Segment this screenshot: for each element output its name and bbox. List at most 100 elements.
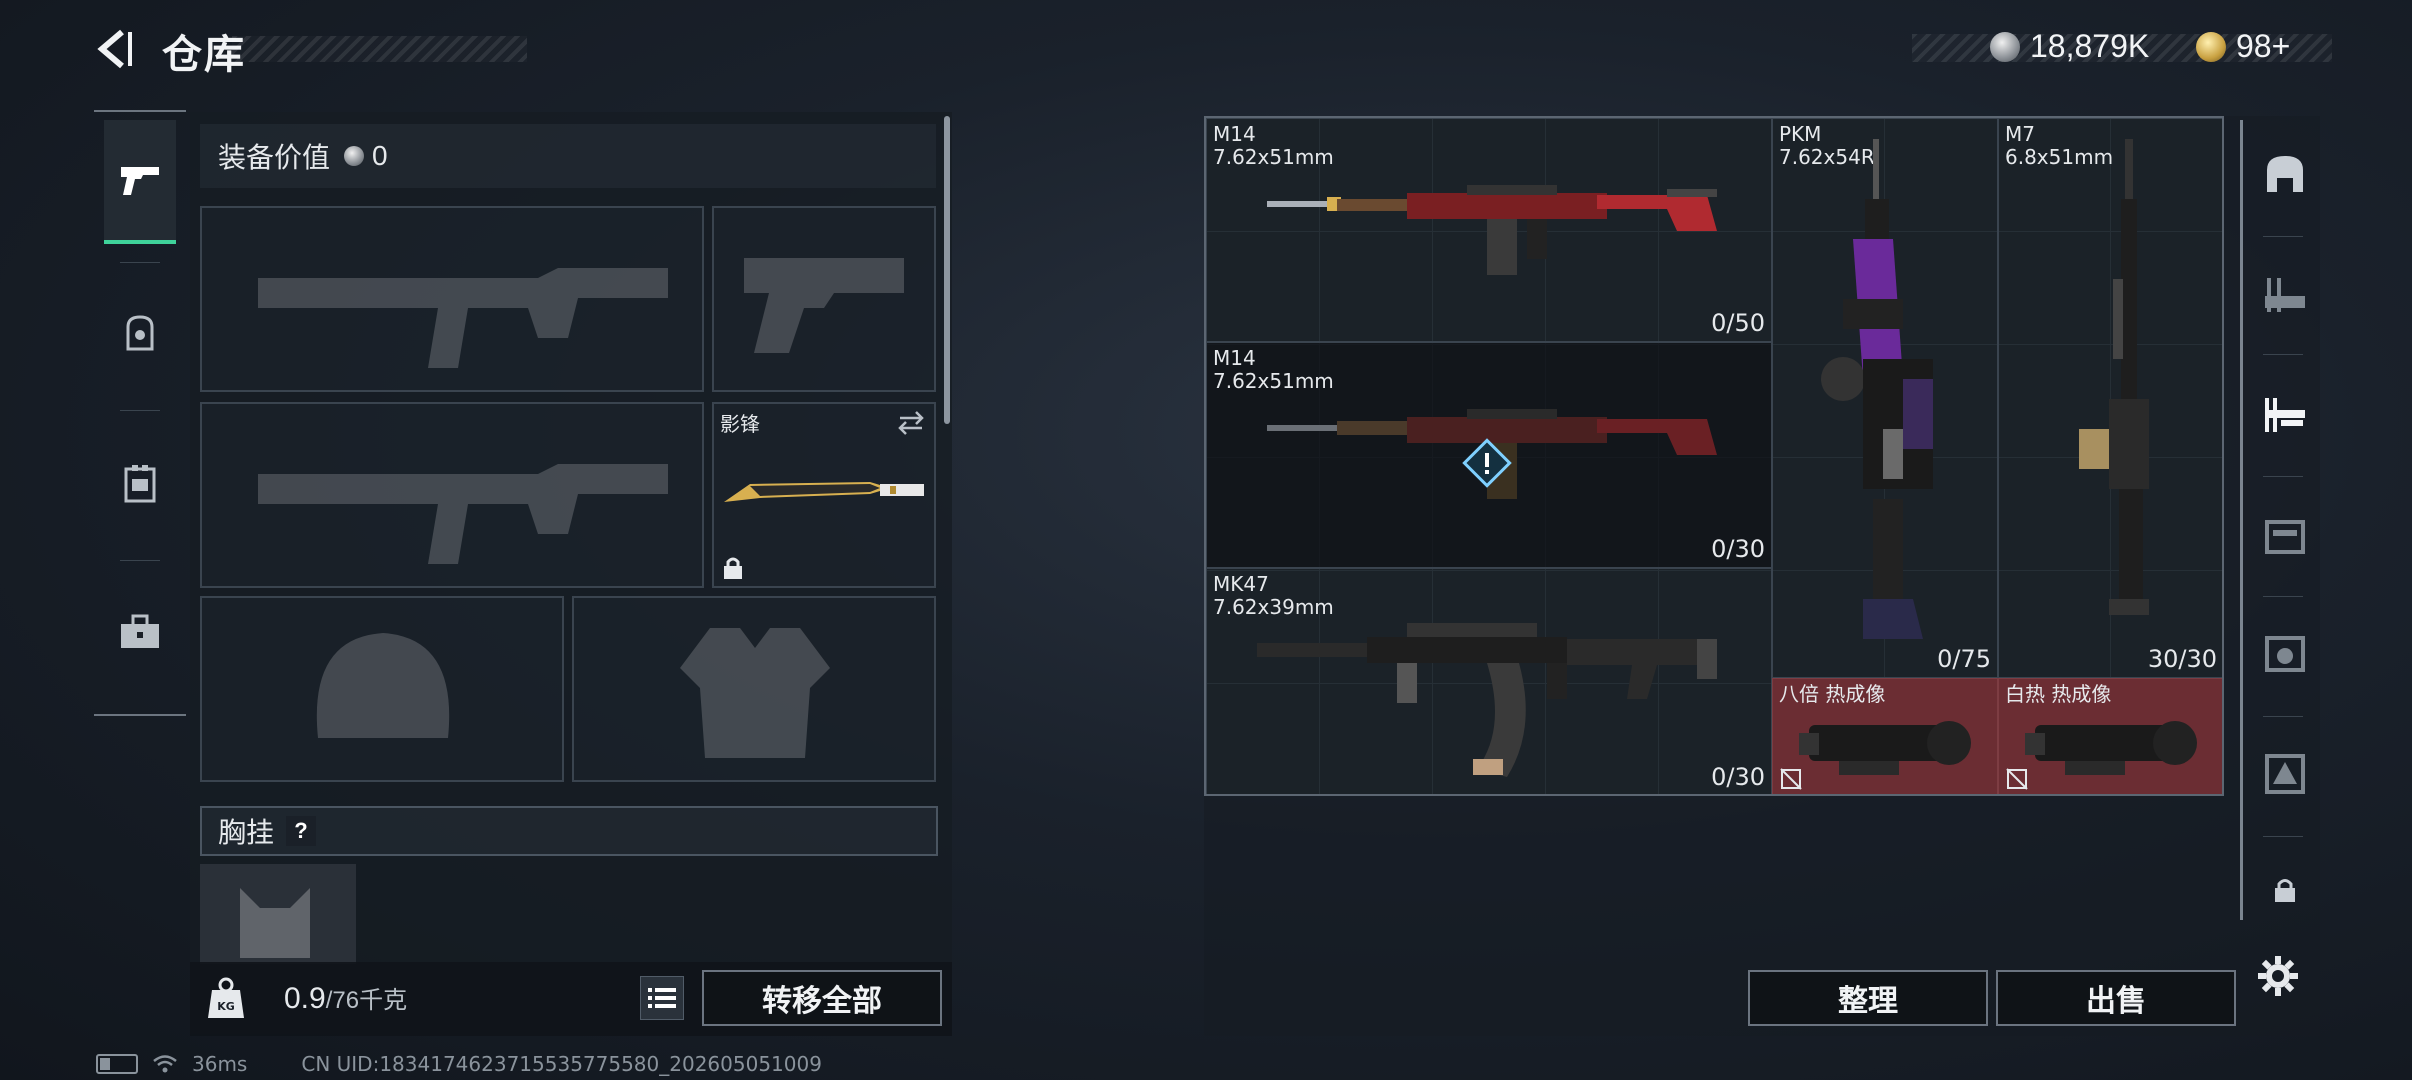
tab-divider bbox=[2263, 596, 2303, 597]
primary-weapon-slot-1[interactable] bbox=[200, 206, 704, 392]
item-caliber: 7.62x51mm bbox=[1213, 145, 1334, 169]
svg-text:KG: KG bbox=[217, 1000, 235, 1013]
melee-name: 影锋 bbox=[720, 414, 760, 436]
silver-coin-icon bbox=[1990, 31, 2020, 62]
silver-coin-icon bbox=[344, 146, 365, 166]
storage-item-m7[interactable]: M7 6.8x51mm 30/30 bbox=[1998, 118, 2222, 678]
m14-rifle-image bbox=[1267, 185, 1717, 275]
weapon-bench-icon[interactable] bbox=[2261, 270, 2309, 318]
armor-rack-icon[interactable] bbox=[2261, 750, 2309, 798]
chest-rig-slot[interactable] bbox=[200, 864, 356, 964]
list-icon bbox=[648, 988, 676, 1008]
item-name: 八倍 热成像 bbox=[1779, 682, 1886, 706]
weight-capacity: /76千克 bbox=[325, 987, 408, 1014]
status-bar: 36ms CN UID:1834174623715535775580_20260… bbox=[96, 1052, 822, 1076]
tab-divider bbox=[2263, 354, 2303, 355]
weight-readout: 0.9/76千克 bbox=[284, 980, 407, 1016]
item-name: MK47 bbox=[1213, 572, 1269, 596]
item-ammo-count: 0/50 bbox=[1711, 309, 1765, 337]
rifle-silhouette-icon bbox=[258, 464, 668, 564]
knife-image bbox=[724, 482, 924, 502]
wifi-icon bbox=[153, 1055, 177, 1073]
item-ammo-count: 30/30 bbox=[2147, 645, 2217, 673]
storage-item-mk47[interactable]: MK47 7.62x39mm 0/30 bbox=[1206, 568, 1772, 794]
pistol-icon bbox=[121, 167, 159, 195]
help-icon[interactable]: ? bbox=[286, 816, 317, 846]
item-ammo-count: 0/30 bbox=[1711, 535, 1765, 563]
item-name: 白热 热成像 bbox=[2005, 682, 2112, 706]
list-view-button[interactable] bbox=[640, 976, 684, 1020]
warning-icon bbox=[1462, 438, 1512, 488]
unavailable-icon bbox=[1780, 768, 1802, 790]
armor-silhouette-icon bbox=[680, 628, 830, 758]
storage-item-pkm[interactable]: PKM 7.62x54R 0/75 bbox=[1772, 118, 1998, 678]
pkm-machine-gun-image bbox=[1821, 139, 1933, 639]
helmet-silhouette-icon bbox=[316, 633, 450, 738]
equip-value: 0 bbox=[372, 140, 388, 171]
sell-button[interactable]: 出售 bbox=[1996, 970, 2236, 1026]
category-divider bbox=[120, 560, 160, 561]
ping-text: 36ms bbox=[192, 1052, 248, 1076]
category-bar bbox=[94, 110, 186, 716]
helmet-slot[interactable] bbox=[200, 596, 564, 782]
battery-icon bbox=[96, 1054, 138, 1074]
mk47-rifle-image bbox=[1257, 623, 1717, 777]
chest-rig-label: 胸挂 bbox=[218, 817, 275, 848]
tab-divider bbox=[2263, 716, 2303, 717]
gold-currency-value: 98+ bbox=[2236, 28, 2291, 64]
item-name: M14 bbox=[1213, 346, 1256, 370]
silver-currency-value: 18,879K bbox=[2030, 28, 2150, 64]
storage-item-thermal-scope-8x[interactable]: 八倍 热成像 bbox=[1772, 678, 1998, 794]
category-helmet[interactable] bbox=[104, 274, 176, 394]
equip-value-label: 装备价值 bbox=[218, 142, 331, 173]
title-decoration bbox=[232, 36, 527, 62]
gold-coin-icon bbox=[2196, 31, 2226, 62]
gold-currency[interactable]: 98+ bbox=[2196, 28, 2290, 65]
item-name: M14 bbox=[1213, 122, 1256, 146]
m7-rifle-image bbox=[2079, 139, 2149, 615]
weight-current: 0.9 bbox=[284, 982, 326, 1015]
tab-divider bbox=[2263, 476, 2303, 477]
melee-slot[interactable]: 影锋 bbox=[712, 402, 936, 588]
sniper-rack-icon[interactable] bbox=[2261, 390, 2309, 438]
unavailable-icon bbox=[2006, 768, 2028, 790]
tab-divider bbox=[2263, 236, 2303, 237]
storage-item-m14-1[interactable]: M14 7.62x51mm 0/50 bbox=[1206, 118, 1772, 342]
item-ammo-count: 0/75 bbox=[1937, 645, 1991, 673]
weight-icon: KG bbox=[208, 977, 244, 1018]
vest-rack-icon[interactable] bbox=[2261, 630, 2309, 678]
loadout-scrollbar[interactable] bbox=[944, 116, 950, 424]
item-ammo-count: 0/30 bbox=[1711, 763, 1765, 791]
tab-divider bbox=[2263, 836, 2303, 837]
primary-weapon-slot-2[interactable] bbox=[200, 402, 704, 588]
equip-value-header: 装备价值 0 bbox=[200, 124, 936, 188]
uid-text: CN UID:1834174623715535775580_2026050510… bbox=[301, 1052, 822, 1076]
vest-icon bbox=[124, 465, 156, 503]
toolbox-icon bbox=[121, 614, 159, 648]
armor-slot[interactable] bbox=[572, 596, 936, 782]
secondary-weapon-slot[interactable] bbox=[712, 206, 936, 392]
storage-box-icon[interactable] bbox=[2261, 512, 2309, 560]
sort-button[interactable]: 整理 bbox=[1748, 970, 1988, 1026]
storage-item-thermal-scope-white-hot[interactable]: 白热 热成像 bbox=[1998, 678, 2222, 794]
helmet-icon bbox=[126, 315, 154, 351]
thermal-scope-image bbox=[2025, 721, 2197, 775]
transfer-all-button[interactable]: 转移全部 bbox=[702, 970, 942, 1026]
back-arrow-icon[interactable] bbox=[92, 26, 138, 72]
category-divider bbox=[120, 410, 160, 411]
thermal-scope-image bbox=[1799, 721, 1971, 775]
category-armor[interactable] bbox=[104, 424, 176, 544]
lock-icon bbox=[724, 557, 742, 579]
category-supplies[interactable] bbox=[104, 572, 176, 692]
chest-rig-silhouette-icon bbox=[240, 888, 310, 958]
hideout-icon[interactable] bbox=[2261, 150, 2309, 198]
storage-tab-bar bbox=[2240, 120, 2309, 920]
swap-icon[interactable] bbox=[896, 410, 926, 436]
category-weapons[interactable] bbox=[104, 120, 176, 244]
settings-gear-icon[interactable] bbox=[2256, 954, 2300, 998]
storage-item-m14-2[interactable]: M14 7.62x51mm 0/30 bbox=[1206, 342, 1772, 568]
item-caliber: 7.62x51mm bbox=[1213, 369, 1334, 393]
pistol-silhouette-icon bbox=[744, 258, 904, 353]
chest-rig-header: 胸挂 ? bbox=[200, 806, 938, 856]
lock-icon bbox=[2275, 879, 2295, 902]
